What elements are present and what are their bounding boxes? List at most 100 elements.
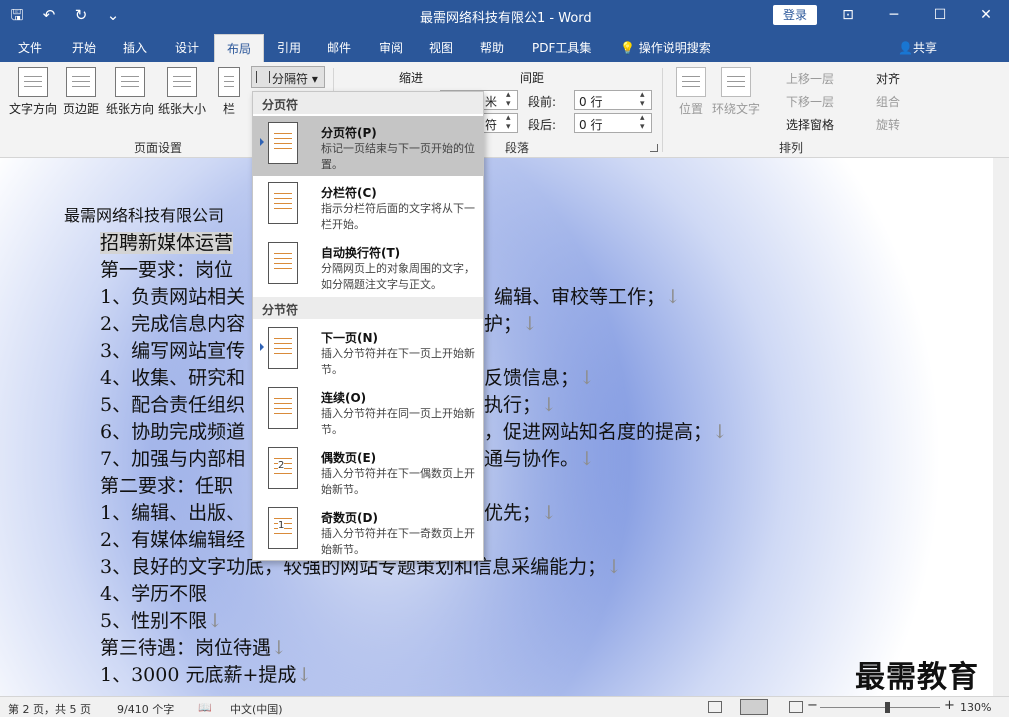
zoom-in-icon[interactable]: +	[944, 698, 955, 713]
word-count[interactable]: 9/410 个字	[117, 701, 174, 717]
size-label: 纸张大小	[158, 102, 207, 116]
menu-item-next-page[interactable]: 下一页(N) 插入分节符并在下一页上开始新节。	[253, 321, 483, 381]
maximize-icon[interactable]: ☐	[917, 0, 963, 30]
zoom-slider-thumb[interactable]	[885, 702, 890, 713]
minimize-icon[interactable]: ─	[871, 0, 917, 30]
menu-item-page-break[interactable]: 分页符(P) 标记一页结束与下一页开始的位置。	[253, 116, 483, 176]
fragment-text: 反馈信息；	[484, 367, 580, 389]
position-button[interactable]: 位置	[676, 67, 706, 117]
language-indicator[interactable]: 中文(中国)	[230, 701, 283, 717]
icon-number: 1	[278, 520, 285, 531]
login-button[interactable]: 登录	[773, 5, 817, 25]
tell-me-search[interactable]: 💡 操作说明搜索	[620, 39, 711, 56]
close-icon[interactable]: ✕	[963, 0, 1009, 30]
fragment-text: 编辑、审校等工作；	[494, 286, 666, 308]
columns-button[interactable]: 栏	[218, 67, 240, 117]
menu-item-desc: 插入分节符并在下一页上开始新节。	[321, 347, 475, 376]
tab-file[interactable]: 文件	[18, 39, 42, 56]
document-title: 最需网络科技有限公1 - Word	[420, 11, 592, 26]
position-icon	[676, 67, 706, 97]
send-backward-button[interactable]: 下移一层	[786, 93, 834, 110]
rotate-button[interactable]: 旋转	[876, 116, 900, 133]
proofing-icon[interactable]: 📖	[198, 701, 212, 714]
customize-qat-icon[interactable]: ⌄	[104, 5, 122, 25]
next-page-icon	[268, 327, 298, 369]
document-page[interactable]: 最需网络科技有限公司 招聘新媒体运营 第一要求：岗位 1、负责网站相关 2、完成…	[0, 158, 993, 696]
tab-help[interactable]: 帮助	[480, 39, 504, 56]
selection-pane-button[interactable]: 选择窗格	[786, 116, 834, 133]
page-break-icon	[268, 122, 298, 164]
paragraph-dialog-launcher-icon[interactable]	[650, 144, 658, 152]
print-layout-icon[interactable]	[740, 699, 768, 715]
zoom-out-icon[interactable]: −	[807, 698, 818, 713]
page-count[interactable]: 第 2 页，共 5 页	[8, 701, 91, 717]
text-direction-button[interactable]: 文字方向	[9, 67, 57, 117]
tab-pdf-tools[interactable]: PDF工具集	[532, 39, 591, 56]
paragraph-group-label: 段落	[505, 141, 530, 155]
group-button[interactable]: 组合	[876, 93, 900, 110]
tab-insert[interactable]: 插入	[123, 39, 147, 56]
columns-label: 栏	[222, 102, 235, 116]
menu-item-text-wrapping-break[interactable]: 自动换行符(T) 分隔网页上的对象周围的文字，如分隔题注文字与正文。	[253, 236, 483, 296]
read-mode-icon[interactable]	[708, 701, 722, 713]
doc-line-text: 1、3000 元底薪+提成	[100, 664, 297, 686]
tab-layout[interactable]: 布局	[214, 34, 265, 62]
menu-item-column-break[interactable]: 分栏符(C) 指示分栏符后面的文字将从下一栏开始。	[253, 176, 483, 236]
space-after-input[interactable]: 0 行	[574, 113, 652, 133]
tab-mailings[interactable]: 邮件	[327, 39, 351, 56]
undo-icon[interactable]: ↶	[40, 5, 58, 25]
menu-item-odd-page[interactable]: 1 奇数页(D) 插入分节符并在下一奇数页上开始新节。	[253, 501, 483, 561]
page-setup-group-label: 页面设置	[134, 141, 183, 155]
menu-item-continuous[interactable]: 连续(O) 插入分节符并在同一页上开始新节。	[253, 381, 483, 441]
wrap-text-button[interactable]: 环绕文字	[712, 67, 760, 117]
tab-references[interactable]: 引用	[277, 39, 301, 56]
doc-line-fragment: 优先；↓	[484, 498, 557, 525]
save-icon[interactable]: 🖫	[8, 5, 26, 25]
zoom-slider[interactable]	[820, 707, 940, 708]
columns-icon	[218, 67, 240, 97]
align-button[interactable]: 对齐	[876, 70, 900, 87]
bring-forward-button[interactable]: 上移一层	[786, 70, 834, 87]
share-button[interactable]: 👤共享	[898, 39, 937, 56]
zoom-level[interactable]: 130%	[960, 701, 991, 714]
lightbulb-icon: 💡	[620, 41, 639, 55]
tab-review[interactable]: 审阅	[379, 39, 403, 56]
paragraph-mark: ↓	[712, 421, 728, 443]
orientation-button[interactable]: 纸张方向	[106, 67, 154, 117]
size-button[interactable]: 纸张大小	[158, 67, 206, 117]
fragment-text: 护；	[484, 313, 523, 335]
menu-item-title: 自动换行符(T)	[321, 246, 401, 260]
menu-item-title: 偶数页(E)	[321, 451, 377, 465]
doc-line: 7、加强与内部相	[100, 448, 246, 470]
menu-item-even-page[interactable]: 2 偶数页(E) 插入分节符并在下一偶数页上开始新节。	[253, 441, 483, 501]
breaks-button[interactable]: 分隔符 ▾	[251, 66, 325, 88]
fragment-text: 通与协作。	[484, 448, 580, 470]
vertical-scrollbar[interactable]	[993, 158, 1009, 696]
space-before-input[interactable]: 0 行	[574, 90, 652, 110]
web-layout-icon[interactable]	[789, 701, 803, 713]
wrap-text-icon	[721, 67, 751, 97]
tell-me-label: 操作说明搜索	[638, 41, 711, 55]
ribbon-display-options-icon[interactable]: ⊡	[825, 0, 871, 30]
fragment-text: ，促进网站知名度的提高；	[484, 421, 713, 443]
menu-item-desc: 插入分节符并在下一偶数页上开始新节。	[321, 467, 475, 496]
text-wrapping-icon	[268, 242, 298, 284]
continuous-icon	[268, 387, 298, 429]
tab-home[interactable]: 开始	[72, 39, 96, 56]
odd-page-icon: 1	[268, 507, 298, 549]
space-after-label: 段后:	[528, 118, 557, 132]
redo-icon[interactable]: ↻	[72, 5, 90, 25]
doc-line-fragment: ，促进网站知名度的提高；↓	[484, 417, 728, 444]
doc-line: 招聘新媒体运营	[100, 228, 234, 255]
section-breaks-header: 分节符	[253, 297, 483, 319]
margins-button[interactable]: 页边距	[63, 67, 99, 117]
margins-icon	[66, 67, 96, 97]
space-before-label: 段前:	[528, 95, 557, 109]
text-direction-icon	[18, 67, 48, 97]
paragraph-mark: ↓	[271, 637, 287, 659]
status-bar: 第 2 页，共 5 页 9/410 个字 📖 中文(中国) − + 130%	[0, 696, 1009, 717]
tab-design[interactable]: 设计	[175, 39, 199, 56]
tab-view[interactable]: 视图	[429, 39, 453, 56]
title-bar: 🖫 ↶ ↻ ⌄ 最需网络科技有限公1 - Word 登录 ⊡ ─ ☐ ✕	[0, 0, 1009, 30]
doc-line: 6、协助完成频道	[100, 421, 246, 443]
